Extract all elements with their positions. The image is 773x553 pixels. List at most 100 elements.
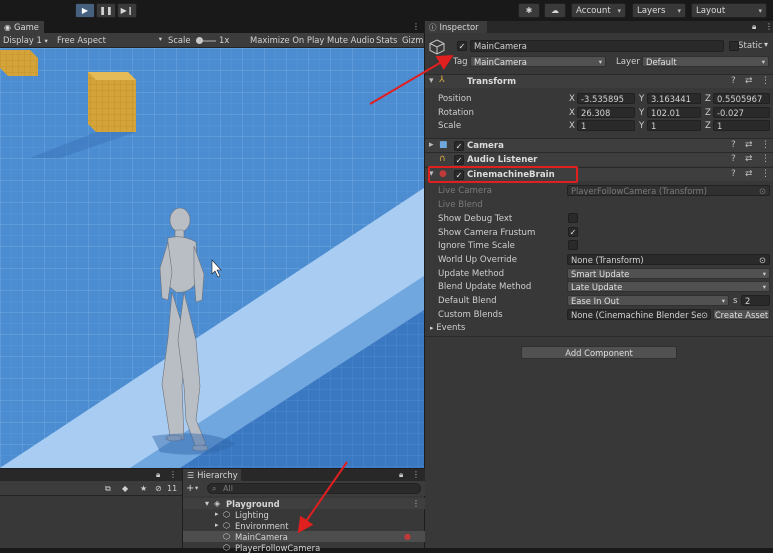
more-menu-icon[interactable]: ⋮ xyxy=(761,76,770,86)
help-icon[interactable]: ? xyxy=(731,140,736,150)
display-value: Display 1 xyxy=(3,35,42,45)
static-checkbox[interactable] xyxy=(729,41,739,51)
add-icon[interactable]: + xyxy=(186,483,194,494)
collab-button[interactable]: ✱ xyxy=(518,3,540,18)
preset-icon[interactable]: ⇄ xyxy=(745,169,753,179)
update-method-dropdown[interactable]: Smart Update ▾ xyxy=(567,268,770,279)
list-item-label: Environment xyxy=(235,521,289,531)
help-icon[interactable]: ? xyxy=(731,169,736,179)
world-up-field[interactable]: None (Transform) ⊙ xyxy=(567,254,770,265)
maximize-on-play-toggle[interactable]: Maximize On Play xyxy=(250,35,324,45)
more-menu-icon[interactable]: ⋮ xyxy=(169,470,177,479)
chevron-down-icon: ▾ xyxy=(158,35,162,43)
more-menu-icon[interactable]: ⋮ xyxy=(761,154,770,164)
chevron-down-icon: ▾ xyxy=(598,57,602,66)
default-blend-value: Ease In Out xyxy=(571,295,620,306)
default-blend-time-field[interactable]: 2 xyxy=(741,295,770,306)
layout-dropdown[interactable]: Layout ▾ xyxy=(691,3,767,18)
more-menu-icon[interactable]: ⋮ xyxy=(412,22,420,31)
tab-inspector[interactable]: ⓘ Inspector xyxy=(425,21,487,33)
gameobject-cube-icon xyxy=(429,39,445,55)
more-menu-icon[interactable]: ⋮ xyxy=(765,22,773,31)
object-picker-icon[interactable]: ⊙ xyxy=(700,310,708,319)
search-placeholder: All xyxy=(223,484,233,493)
chevron-down-icon: ▾ xyxy=(762,282,766,291)
hierarchy-search-input[interactable]: ⌕ All xyxy=(207,483,421,494)
object-name-field[interactable]: MainCamera xyxy=(470,40,724,52)
list-item-selected[interactable]: ⬡ MainCamera ● xyxy=(183,531,425,542)
help-icon[interactable]: ? xyxy=(731,154,736,164)
position-y-field[interactable]: 3.163441 xyxy=(647,93,701,104)
step-icon: ▶❙ xyxy=(120,6,134,15)
filter-type-icon[interactable]: ⧉ xyxy=(105,484,111,494)
ignore-time-checkbox[interactable] xyxy=(568,240,578,250)
account-dropdown[interactable]: Account ▾ xyxy=(571,3,626,18)
more-menu-icon[interactable]: ⋮ xyxy=(412,470,420,479)
default-blend-label: Default Blend xyxy=(438,296,497,306)
show-debug-checkbox[interactable] xyxy=(568,213,578,223)
label-icon[interactable]: ◆ xyxy=(122,484,128,493)
pause-button[interactable]: ❚❚ xyxy=(96,3,116,18)
tab-hierarchy[interactable]: ☰ Hierarchy xyxy=(183,469,241,481)
custom-blends-field[interactable]: None (Cinemachine Blender Sett ⊙ xyxy=(567,309,711,320)
list-item[interactable]: ▸ ⬡ Environment xyxy=(183,520,425,531)
chevron-down-icon[interactable]: ▾ xyxy=(764,40,768,49)
game-viewport[interactable] xyxy=(0,48,424,468)
step-button[interactable]: ▶❙ xyxy=(117,3,137,18)
default-blend-dropdown[interactable]: Ease In Out ▾ xyxy=(567,295,729,306)
more-menu-icon[interactable]: ⋮ xyxy=(412,499,420,508)
preset-icon[interactable]: ⇄ xyxy=(745,154,753,164)
camera-enabled-checkbox[interactable]: ✓ xyxy=(454,141,464,151)
blend-update-dropdown[interactable]: Late Update ▾ xyxy=(567,281,770,292)
active-checkbox[interactable]: ✓ xyxy=(457,41,467,51)
aspect-dropdown[interactable]: Free Aspect ▾ xyxy=(57,35,162,45)
preset-icon[interactable]: ⇄ xyxy=(745,140,753,150)
display-dropdown[interactable]: Display 1 ▾ xyxy=(3,35,48,45)
lock-icon[interactable]: 🔒︎ xyxy=(156,470,160,480)
add-component-button[interactable]: Add Component xyxy=(521,346,677,359)
show-frustum-checkbox[interactable]: ✓ xyxy=(568,227,578,237)
scale-slider-handle[interactable] xyxy=(196,37,203,44)
preset-icon[interactable]: ⇄ xyxy=(745,76,753,86)
events-foldout[interactable]: ▸ Events xyxy=(430,323,465,333)
object-picker-icon[interactable]: ⊙ xyxy=(759,255,766,264)
star-icon[interactable]: ★ xyxy=(140,484,147,493)
stats-toggle[interactable]: Stats xyxy=(376,35,397,45)
chevron-down-icon[interactable]: ▾ xyxy=(195,484,198,492)
audio-listener-enabled-checkbox[interactable]: ✓ xyxy=(454,155,464,165)
scale-z-field[interactable]: 1 xyxy=(713,120,770,131)
tag-dropdown[interactable]: MainCamera ▾ xyxy=(470,56,606,67)
axis-y-label: Y xyxy=(639,121,645,131)
transform-header[interactable]: ▾ ⅄ Transform ? ⇄ ⋮ xyxy=(425,74,773,88)
audio-listener-title: Audio Listener xyxy=(467,155,538,165)
audio-listener-header[interactable]: ∩ ✓ Audio Listener ? ⇄ ⋮ xyxy=(425,152,773,166)
hidden-eye-icon[interactable]: ⊘ xyxy=(155,484,162,493)
lock-icon[interactable]: 🔒︎ xyxy=(399,470,403,480)
game-toolbar: Display 1 ▾ Free Aspect ▾ Scale 1x Maximi… xyxy=(0,33,424,48)
scale-x-field[interactable]: 1 xyxy=(577,120,635,131)
axis-z-label: Z xyxy=(705,94,711,104)
rotation-z-field[interactable]: -0.027 xyxy=(713,107,770,118)
play-button[interactable]: ▶ xyxy=(75,3,95,18)
lock-icon[interactable]: 🔒︎ xyxy=(752,22,756,32)
layer-dropdown[interactable]: Default ▾ xyxy=(642,56,769,67)
list-item[interactable]: ▸ ⬡ Lighting xyxy=(183,509,425,520)
position-x-field[interactable]: -3.535895 xyxy=(577,93,635,104)
rotation-x-field[interactable]: 26.308 xyxy=(577,107,635,118)
scale-y-field[interactable]: 1 xyxy=(647,120,701,131)
gizmos-dropdown[interactable]: Gizm xyxy=(402,35,423,45)
camera-header[interactable]: ▸ ■ ✓ Camera ? ⇄ ⋮ xyxy=(425,138,773,152)
position-z-field[interactable]: 0.5505967 xyxy=(713,93,770,104)
scene-row[interactable]: ▾ ◈ Playground ⋮ xyxy=(183,498,425,509)
rotation-y-field[interactable]: 102.01 xyxy=(647,107,701,118)
layers-dropdown[interactable]: Layers ▾ xyxy=(632,3,686,18)
tab-game[interactable]: ◉ Game xyxy=(0,21,44,33)
more-menu-icon[interactable]: ⋮ xyxy=(761,169,770,179)
more-menu-icon[interactable]: ⋮ xyxy=(761,140,770,150)
show-frustum-label: Show Camera Frustum xyxy=(438,228,536,238)
cloud-button[interactable]: ☁ xyxy=(544,3,566,18)
create-asset-button[interactable]: Create Asset xyxy=(713,309,770,320)
mute-audio-toggle[interactable]: Mute Audio xyxy=(327,35,374,45)
tab-inspector-label: Inspector xyxy=(439,22,479,32)
help-icon[interactable]: ? xyxy=(731,76,736,86)
